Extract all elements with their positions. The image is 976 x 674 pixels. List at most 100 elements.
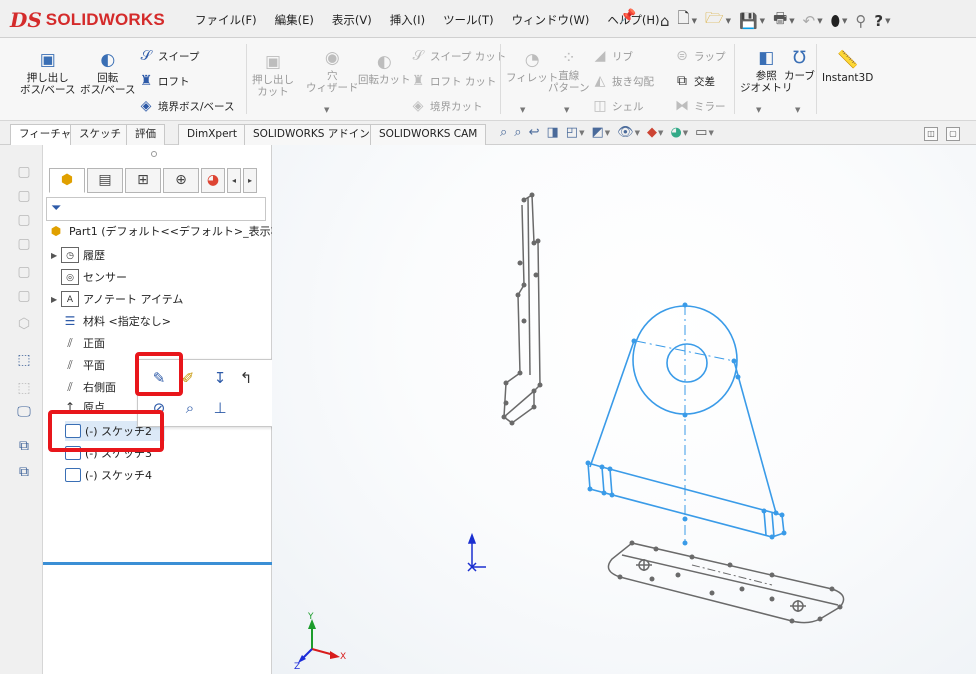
apply-scene-icon[interactable]: ◕ ▼ (670, 125, 688, 140)
select-icon[interactable]: ⬚ (14, 351, 34, 369)
featuremanager-tree-tab[interactable]: ⬢ (49, 168, 85, 193)
hide-show-items-icon[interactable]: 👁 ▼ (617, 125, 640, 140)
property-manager-tab[interactable]: ▤ (87, 168, 123, 193)
tree-item-front-plane[interactable]: ⫽ 正面 (61, 333, 105, 353)
open-icon[interactable]: 🗁 ▼ (705, 8, 731, 33)
print-icon[interactable]: 🖶 ▼ (773, 8, 795, 33)
intersect-button[interactable]: ⧉ 交差 (674, 73, 715, 89)
panel-grip-icon[interactable] (151, 151, 157, 157)
maximize-window-icon[interactable]: ▢ (946, 127, 960, 141)
new-document-icon[interactable]: 🗋 ▼ (678, 8, 697, 33)
tree-rollback-bar[interactable] (43, 562, 272, 565)
tab-sketch[interactable]: スケッチ (70, 124, 130, 145)
revolve-cut-button[interactable]: ◐ 回転カット (358, 52, 411, 86)
loft-cut-button[interactable]: ♜ ロフト カット (410, 73, 497, 89)
sketch-icon (65, 468, 81, 482)
menu-insert[interactable]: 挿入(I) (381, 12, 434, 28)
view-cube-icon[interactable]: ▢ (14, 211, 34, 229)
view-cube-icon[interactable]: ▢ (14, 187, 34, 205)
view-orientation-icon[interactable]: ◰ ▼ (566, 125, 585, 140)
view-cube-icon[interactable]: ⬡ (14, 315, 34, 333)
view-settings-icon[interactable]: ▭ ▼ (695, 125, 714, 140)
measure-icon[interactable]: ⬚ (14, 379, 34, 397)
user-icon[interactable]: ⚲ (855, 12, 866, 30)
tree-item-annotations[interactable]: ▶ A アノテート アイテム (51, 289, 183, 309)
restore-window-icon[interactable]: ◫ (924, 127, 938, 141)
wrap-label: ラップ (694, 50, 726, 63)
help-icon[interactable]: ? ▼ (874, 12, 890, 30)
extrude-boss-button[interactable]: ▣ 押し出し ボス/ベース (20, 50, 76, 96)
instant3d-button[interactable]: 📏 Instant3D (822, 50, 873, 84)
view-cube-icon[interactable]: ▢ (14, 287, 34, 305)
tabs-scroll-right-icon[interactable]: ▸ (243, 168, 257, 193)
dimxpert-manager-tab[interactable]: ⊕ (163, 168, 199, 193)
save-icon[interactable]: 💾 ▼ (739, 12, 765, 30)
mirror-button[interactable]: ⧓ ミラー (674, 98, 726, 114)
view-cube-icon[interactable]: ▢ (14, 163, 34, 181)
tree-item-sensors[interactable]: ◎ センサー (61, 267, 127, 287)
boundary-boss-button[interactable]: ◈ 境界ボス/ベース (138, 98, 235, 114)
home-icon[interactable]: ⌂ (660, 12, 670, 30)
tree-item-top-plane[interactable]: ⫽ 平面 (61, 355, 105, 375)
boundary-cut-button[interactable]: ◈ 境界カット (410, 98, 483, 114)
edit-appearance-icon[interactable]: ◆ ▼ (647, 125, 663, 140)
curves-button[interactable]: ℧ カーブ (784, 48, 815, 82)
menu-file[interactable]: ファイル(F) (186, 12, 266, 28)
menu-window[interactable]: ウィンドウ(W) (503, 12, 599, 28)
expand-arrow-icon[interactable]: ▶ (51, 251, 61, 260)
configuration-manager-tab[interactable]: ⊞ (125, 168, 161, 193)
view-cube-icon[interactable]: ▢ (14, 263, 34, 281)
tab-evaluate[interactable]: 評価 (126, 124, 165, 145)
pin-menu-icon[interactable]: 📌 (620, 9, 636, 24)
zoom-to-area-icon[interactable]: ⌕ (514, 125, 521, 140)
return-icon[interactable]: ↰ (236, 368, 256, 388)
tree-item-history[interactable]: ▶ ◷ 履歴 (51, 245, 105, 265)
sweep-boss-button[interactable]: 𝒮 スイープ (138, 48, 200, 64)
rollback-icon[interactable]: ↧ (210, 368, 230, 388)
graphics-area[interactable]: Y X Z (272, 145, 976, 674)
expand-arrow-icon[interactable]: ▶ (51, 295, 61, 304)
extrude-cut-button[interactable]: ▣ 押し出し カット (252, 52, 294, 98)
display-style-icon[interactable]: ◩ ▼ (591, 125, 610, 140)
tab-dimxpert[interactable]: DimXpert (178, 124, 246, 145)
tab-solidworks-addins[interactable]: SOLIDWORKS アドイン (244, 124, 379, 145)
curves-dropdown[interactable]: ▼ (795, 106, 800, 114)
menu-view[interactable]: 表示(V) (323, 12, 381, 28)
hole-wizard-button[interactable]: ◉ 穴 ウィザード (306, 48, 359, 94)
solidworks-logo[interactable]: DS SOLIDWORKS (10, 7, 165, 33)
sweep-boss-label: スイープ (158, 50, 200, 63)
monitor-icon[interactable]: 🖵 (14, 403, 34, 421)
draft-button[interactable]: ◭ 抜き勾配 (592, 73, 654, 89)
pattern-dropdown[interactable]: ▼ (564, 106, 569, 114)
sweep-cut-button[interactable]: 𝒮 スイープ カット (410, 48, 507, 64)
loft-boss-button[interactable]: ♜ ロフト (138, 73, 190, 89)
section-view-icon[interactable]: ◨ (546, 125, 558, 140)
tab-solidworks-cam[interactable]: SOLIDWORKS CAM (370, 124, 487, 145)
display-manager-tab[interactable]: ◕ (201, 168, 225, 193)
view-cube-icon[interactable]: ▢ (14, 235, 34, 253)
tabs-scroll-left-icon[interactable]: ◂ (227, 168, 241, 193)
zoom-to-selection-icon[interactable]: ⌕ (180, 398, 200, 418)
linear-pattern-button[interactable]: ⁘ 直線 パターン (548, 48, 589, 94)
rebuild-icon[interactable]: ⬮ ▼ (831, 12, 848, 30)
normal-to-icon[interactable]: ⊥ (210, 398, 230, 418)
copy-icon[interactable]: ⧉ (14, 437, 34, 455)
filter-icon[interactable]: ⏷ (46, 197, 266, 221)
wrap-button[interactable]: ⊜ ラップ (674, 48, 726, 64)
menu-tools[interactable]: ツール(T) (434, 12, 503, 28)
menu-edit[interactable]: 編集(E) (266, 12, 323, 28)
hole-wizard-dropdown[interactable]: ▼ (324, 106, 329, 114)
tree-item-material[interactable]: ☰ 材料 <指定なし> (61, 311, 171, 331)
revolve-boss-button[interactable]: ◐ 回転 ボス/ベース (80, 50, 136, 96)
hole-wizard-label-2: ウィザード (306, 82, 359, 94)
copy-icon[interactable]: ⧉ (14, 463, 34, 481)
previous-view-icon[interactable]: ↩ (529, 125, 540, 140)
fillet-dropdown[interactable]: ▼ (520, 106, 525, 114)
undo-icon[interactable]: ↶ ▼ (803, 12, 823, 30)
zoom-to-fit-icon[interactable]: ⌕ (500, 125, 507, 140)
reference-geometry-dropdown[interactable]: ▼ (756, 106, 761, 114)
tree-item-sketch4[interactable]: (-) スケッチ4 (65, 465, 152, 485)
rib-button[interactable]: ◢ リブ (592, 48, 633, 64)
tree-item-right-plane[interactable]: ⫽ 右側面 (61, 377, 116, 397)
shell-button[interactable]: ◫ シェル (592, 98, 643, 114)
